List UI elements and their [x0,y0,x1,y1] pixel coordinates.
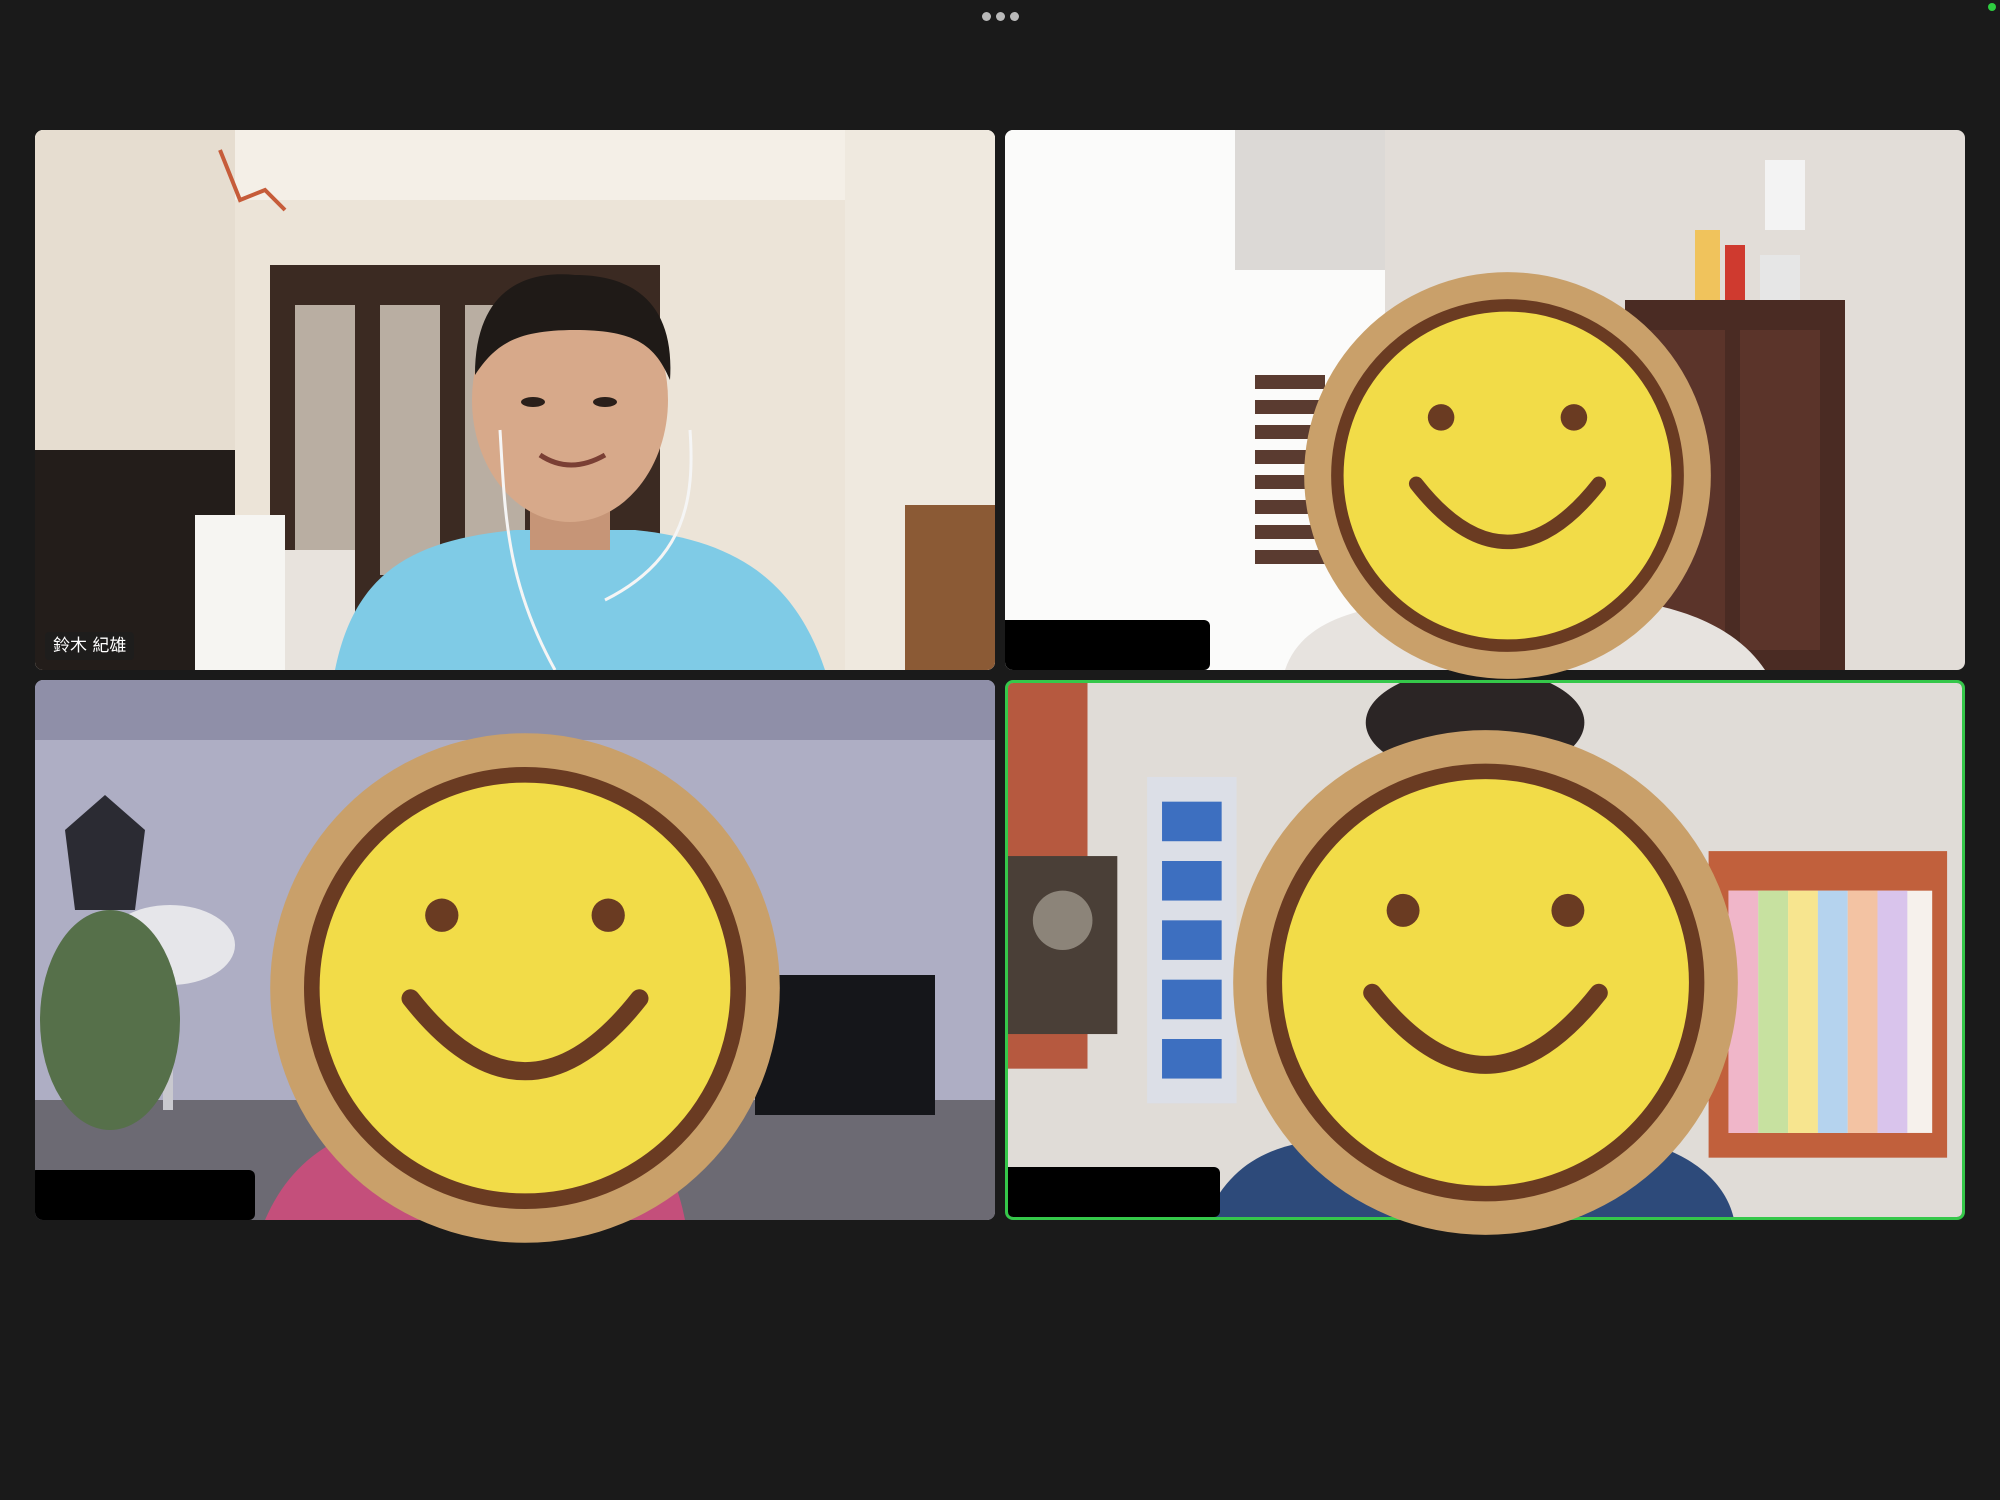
ellipsis-icon [981,11,991,21]
participant-name-label-redacted [1005,620,1210,670]
smiley-face-icon [1304,272,1711,679]
participant-name-label-redacted [1008,1167,1220,1217]
participant-name-label-redacted [35,1170,255,1220]
participant-video [35,130,995,670]
video-tile-1[interactable]: 鈴木 紀雄 [35,130,995,670]
participant-name-label: 鈴木 紀雄 [45,632,135,660]
smiley-face-icon [1233,730,1738,1235]
smiley-face-icon [270,733,780,1243]
status-indicator [1988,3,1996,11]
more-options-button[interactable] [975,6,1025,26]
ellipsis-dot [1009,11,1019,21]
ellipsis-dot [995,11,1005,21]
